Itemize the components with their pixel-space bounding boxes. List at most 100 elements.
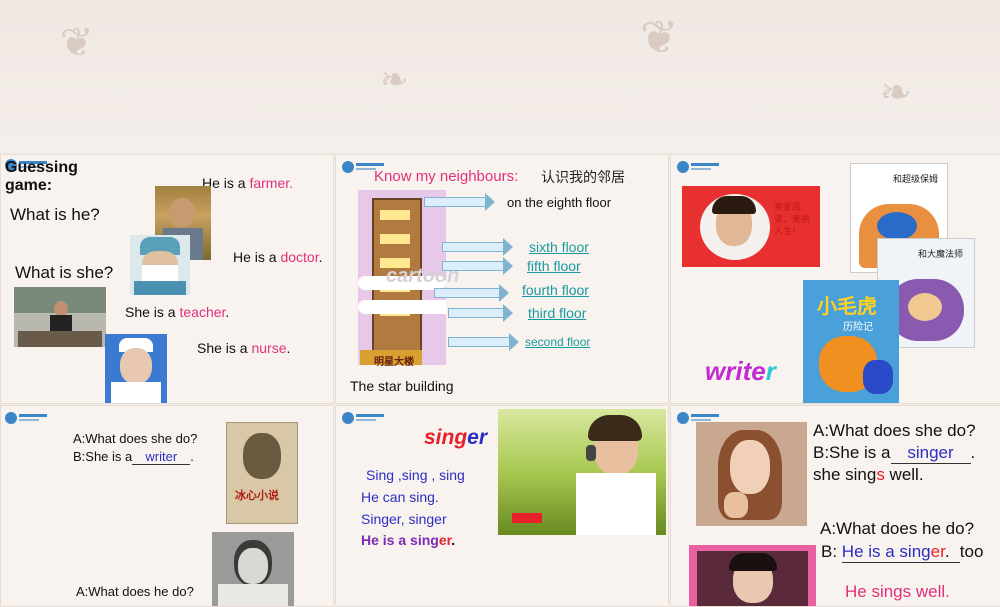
chant-line-3: Singer, singer bbox=[361, 511, 447, 527]
word-root: write bbox=[705, 356, 766, 386]
answer-end: . bbox=[944, 542, 950, 561]
portrait-caption: 喜爱阅读，美丽人生！ bbox=[774, 203, 811, 237]
line-suffix: s bbox=[876, 465, 885, 484]
answer-word: singer bbox=[907, 443, 954, 462]
book-cover-bingxin: 冰心小说 bbox=[226, 422, 298, 524]
floor-label: third floor bbox=[528, 305, 587, 321]
arrow-icon bbox=[434, 284, 509, 302]
sings-well-line: she sings well. bbox=[813, 465, 924, 485]
book-cover-3: 小毛虎 历险记 bbox=[803, 280, 899, 403]
site-logo-icon bbox=[5, 412, 47, 424]
answer-he: B: He is a singer. too bbox=[821, 542, 983, 563]
female-singer-photo bbox=[696, 422, 807, 526]
word-root: sing bbox=[424, 426, 468, 449]
book-title: 小毛虎 bbox=[817, 294, 877, 318]
arrow-icon bbox=[448, 333, 519, 351]
answer-too: too bbox=[959, 542, 984, 561]
sentence-doctor: He is a doctor. bbox=[233, 249, 323, 265]
sentence-prefix: She is a bbox=[125, 304, 180, 320]
slide-title: Know my neighbours: bbox=[374, 168, 519, 185]
teacher-photo bbox=[14, 287, 106, 347]
site-logo-icon bbox=[342, 412, 384, 424]
answer-blank: writer bbox=[132, 449, 191, 465]
line-root: He is a sing bbox=[361, 532, 439, 548]
answer-suffix: er bbox=[930, 542, 945, 561]
male-singer-photo bbox=[689, 545, 816, 606]
building-caption: The star building bbox=[350, 378, 454, 394]
book-title: 和大魔法师 bbox=[918, 250, 964, 260]
sentence-end: . bbox=[286, 340, 291, 356]
job-word: farmer. bbox=[249, 175, 294, 191]
leaf-decoration-icon: ❦ bbox=[640, 10, 679, 64]
answer-she: B:She is a writer. bbox=[73, 449, 194, 465]
slide-title-chinese: 认识我的邻居 bbox=[541, 170, 625, 186]
slide-thumbnail-2[interactable]: Know my neighbours: 认识我的邻居 明星大楼 cartoon … bbox=[335, 154, 669, 404]
author-portrait: 喜爱阅读，美丽人生！ bbox=[682, 186, 820, 267]
book-title: 和超级保姆 bbox=[893, 175, 939, 185]
question-he: A:What does he do? bbox=[76, 584, 194, 599]
floor-label: second floor bbox=[525, 335, 591, 349]
job-word: nurse bbox=[251, 340, 287, 356]
floor-label: fourth floor bbox=[522, 282, 589, 298]
leaf-decoration-icon: ❧ bbox=[880, 70, 912, 114]
book-title: 冰心小说 bbox=[235, 489, 279, 502]
answer-blank: singer bbox=[890, 443, 971, 464]
question-she: A:What does she do? bbox=[813, 421, 976, 440]
answer-end: . bbox=[970, 443, 976, 462]
leaf-decoration-icon: ❦ bbox=[60, 20, 94, 66]
word-singer: singer bbox=[424, 426, 487, 450]
line-suffix: er bbox=[438, 532, 452, 548]
question-she: What is she? bbox=[15, 263, 114, 282]
job-word: teacher bbox=[179, 304, 226, 320]
answer-word: writer bbox=[145, 449, 178, 464]
slide-thumbnail-5[interactable]: singer Sing ,sing , sing He can sing. Si… bbox=[335, 405, 669, 607]
slide-thumbnail-4[interactable]: A:What does she do? B:She is a writer. 冰心… bbox=[0, 405, 334, 607]
job-word: doctor bbox=[280, 249, 319, 265]
word-suffix: er bbox=[467, 426, 488, 449]
sentence-teacher: She is a teacher. bbox=[125, 304, 229, 320]
author-photo-man bbox=[212, 532, 294, 606]
word-suffix: r bbox=[765, 356, 776, 386]
question-he: What is he? bbox=[10, 205, 100, 224]
site-logo-icon bbox=[677, 161, 719, 173]
sentence-nurse: She is a nurse. bbox=[197, 340, 290, 356]
answer-prefix: B:She is a bbox=[813, 443, 891, 462]
floor-label: sixth floor bbox=[529, 239, 589, 255]
singer-photo bbox=[498, 409, 666, 535]
floor-label: fifth floor bbox=[527, 258, 581, 274]
line-end: . bbox=[451, 532, 456, 548]
slide-thumbnail-1[interactable]: Guessing game: What is he? What is she? … bbox=[0, 154, 334, 404]
chant-line-4: He is a singer. bbox=[361, 532, 455, 548]
background-band: ❦ ❧ ❦ ❧ bbox=[0, 0, 1000, 152]
chant-line-1: Sing ,sing , sing bbox=[366, 467, 465, 483]
question-she: A:What does she do? bbox=[73, 431, 198, 446]
sentence-end: . bbox=[318, 249, 323, 265]
arrow-icon bbox=[442, 257, 513, 275]
question-he: A:What does he do? bbox=[820, 519, 975, 538]
arrow-icon bbox=[424, 193, 495, 211]
leaf-decoration-icon: ❧ bbox=[380, 60, 409, 100]
slide-title: Guessing game: bbox=[5, 159, 78, 194]
answer-word: He is a sing bbox=[841, 542, 931, 561]
answer-she: B:She is a singer. bbox=[813, 443, 975, 464]
line-root: she sing bbox=[813, 465, 877, 484]
word-writer: writer bbox=[705, 356, 776, 387]
floor-label-eighth: on the eighth floor bbox=[507, 195, 612, 210]
line-end: well. bbox=[884, 465, 924, 484]
arrow-icon bbox=[442, 238, 513, 256]
arrow-icon bbox=[448, 304, 513, 322]
answer-prefix: B: bbox=[821, 542, 842, 561]
sentence-prefix: She is a bbox=[197, 340, 252, 356]
slide-thumbnail-3[interactable]: 喜爱阅读，美丽人生！ 和超级保姆 和大魔法师 小毛虎 历险记 writer bbox=[670, 154, 1000, 404]
answer-blank: He is a singer. bbox=[841, 542, 960, 563]
sentence-end: . bbox=[225, 304, 230, 320]
answer-prefix: B:She is a bbox=[73, 449, 133, 464]
building-sign: 明星大楼 bbox=[374, 357, 414, 368]
he-sings-well-line: He sings well. bbox=[845, 582, 950, 601]
sentence-farmer: He is a farmer. bbox=[202, 175, 293, 191]
nurse-photo bbox=[105, 334, 167, 403]
sentence-prefix: He is a bbox=[233, 249, 281, 265]
book-subtitle: 历险记 bbox=[843, 322, 873, 333]
answer-end: . bbox=[190, 449, 194, 464]
slide-thumbnail-6[interactable]: A:What does she do? B:She is a singer. sh… bbox=[670, 405, 1000, 607]
